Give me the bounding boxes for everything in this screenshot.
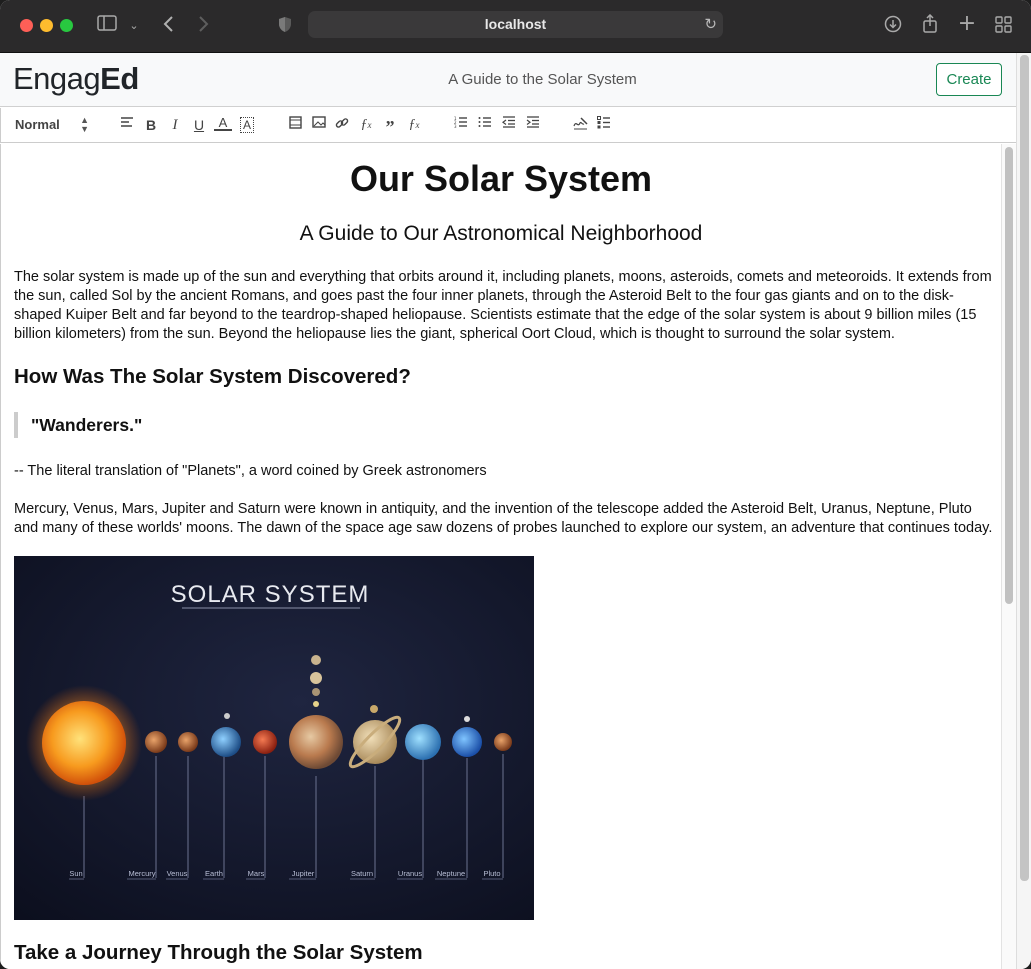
- image-icon[interactable]: [310, 116, 328, 134]
- download-icon[interactable]: [883, 15, 903, 38]
- discovery-heading: How Was The Solar System Discovered?: [14, 365, 411, 388]
- italic-icon[interactable]: I: [166, 116, 184, 134]
- signature-icon[interactable]: [571, 116, 589, 134]
- new-tab-icon[interactable]: +: [957, 13, 977, 35]
- label-mercury: Mercury: [128, 869, 155, 878]
- reload-icon[interactable]: ↻: [704, 11, 717, 38]
- bold-icon[interactable]: B: [142, 116, 160, 134]
- back-arrow-icon[interactable]: [158, 15, 178, 38]
- app-header: EngagEd A Guide to the Solar System Crea…: [0, 53, 1016, 107]
- format-select[interactable]: Normal ▲ ▼: [15, 116, 89, 134]
- label-mars: Mars: [248, 869, 265, 878]
- highlight-icon[interactable]: A: [238, 116, 256, 134]
- quote-attribution: -- The literal translation of "Planets",…: [14, 463, 487, 479]
- share-icon[interactable]: [920, 13, 940, 38]
- tab-overview-icon[interactable]: [993, 16, 1013, 38]
- address-bar[interactable]: localhost ↻: [308, 11, 723, 38]
- underline-icon[interactable]: U: [190, 116, 208, 134]
- label-saturn: Saturn: [351, 869, 373, 878]
- document-heading: Our Solar System: [349, 158, 653, 199]
- formula-icon[interactable]: ƒx: [357, 116, 375, 134]
- svg-text:3: 3: [454, 124, 457, 128]
- blockquote: "Wanderers.": [14, 412, 314, 438]
- checklist-icon[interactable]: [595, 116, 613, 134]
- create-button[interactable]: Create: [936, 63, 1002, 96]
- chevron-down-icon[interactable]: ⌄: [127, 16, 141, 36]
- label-venus: Venus: [167, 869, 188, 878]
- link-icon[interactable]: [333, 116, 351, 134]
- label-neptune: Neptune: [437, 869, 465, 878]
- close-window-button[interactable]: [20, 19, 33, 32]
- browser-toolbar: ⌄ localhost ↻ +: [0, 0, 1031, 53]
- url-text: localhost: [484, 16, 547, 32]
- solar-system-image[interactable]: SOLAR SYSTEM Sun Mercury Venus Earth Mar…: [14, 556, 534, 920]
- maximize-window-button[interactable]: [60, 19, 73, 32]
- editor-scrollbar[interactable]: [1001, 144, 1016, 969]
- page-scrollbar[interactable]: [1016, 53, 1031, 969]
- select-caret-icon: ▲ ▼: [80, 115, 89, 134]
- indent-icon[interactable]: [524, 116, 542, 134]
- image-title: SOLAR SYSTEM: [171, 581, 370, 608]
- forward-arrow-icon[interactable]: [194, 15, 214, 38]
- editor-toolbar: Normal ▲ ▼ B I U A A ƒx ” ƒx 123: [0, 108, 1016, 143]
- page-scrollbar-thumb[interactable]: [1020, 55, 1029, 881]
- document-subtitle: A Guide to Our Astronomical Neighborhood: [299, 222, 703, 245]
- document-title[interactable]: A Guide to the Solar System: [0, 71, 1031, 88]
- blockquote-icon[interactable]: ”: [381, 116, 399, 137]
- label-sun: Sun: [69, 869, 82, 878]
- ordered-list-icon[interactable]: 123: [452, 116, 470, 134]
- shield-icon[interactable]: [276, 16, 294, 38]
- sidebar-toggle-icon[interactable]: [96, 15, 118, 35]
- outdent-icon[interactable]: [500, 116, 518, 134]
- bullet-list-icon[interactable]: [476, 116, 494, 134]
- label-jupiter: Jupiter: [292, 869, 315, 878]
- clear-format-icon[interactable]: ƒx: [405, 116, 423, 134]
- browser-window: ⌄ localhost ↻ + EngagEd A Guide to the S…: [0, 0, 1031, 969]
- label-uranus: Uranus: [398, 869, 422, 878]
- video-icon[interactable]: [286, 116, 304, 134]
- journey-heading: Take a Journey Through the Solar System: [14, 941, 423, 964]
- label-earth: Earth: [205, 869, 223, 878]
- editor-content[interactable]: Our Solar System A Guide to Our Astronom…: [0, 144, 1001, 969]
- format-select-value: Normal: [15, 117, 60, 132]
- align-icon[interactable]: [118, 116, 136, 134]
- text-color-icon[interactable]: A: [214, 116, 232, 131]
- intro-paragraph: The solar system is made up of the sun a…: [14, 269, 992, 342]
- minimize-window-button[interactable]: [40, 19, 53, 32]
- history-paragraph: Mercury, Venus, Mars, Jupiter and Saturn…: [14, 501, 993, 536]
- label-pluto: Pluto: [483, 869, 500, 878]
- editor-scrollbar-thumb[interactable]: [1005, 147, 1013, 604]
